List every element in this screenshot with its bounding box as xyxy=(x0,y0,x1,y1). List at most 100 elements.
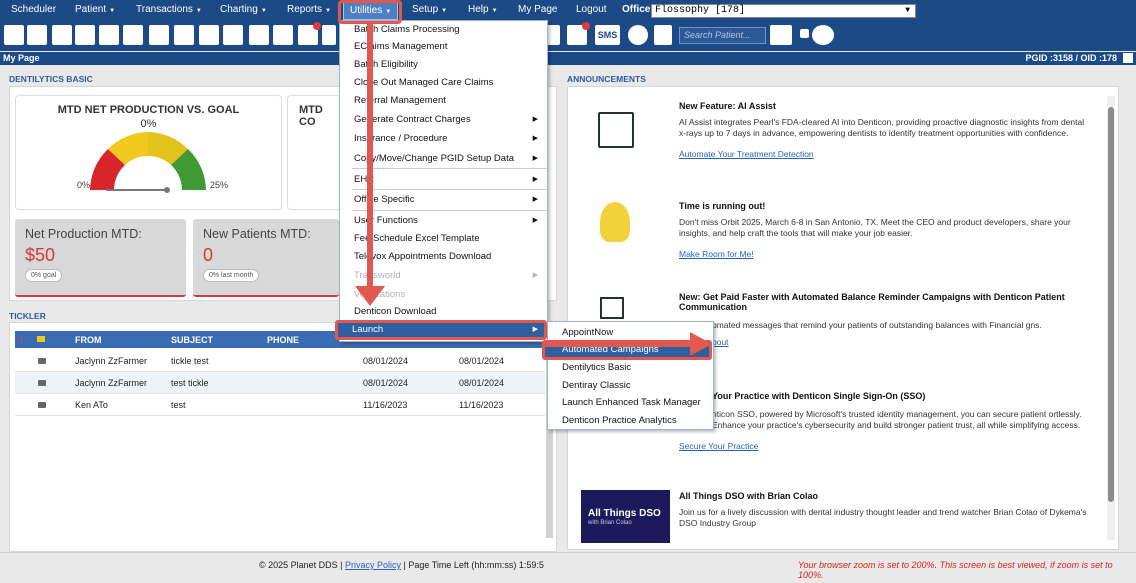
double-chevron-icon[interactable] xyxy=(654,25,672,45)
dollar-icon[interactable] xyxy=(52,25,72,45)
sms-icon[interactable]: SMS xyxy=(595,25,620,45)
shield-icon[interactable] xyxy=(628,25,648,45)
icon-toolbar: SMS xyxy=(0,20,1136,51)
submenu-arrow-icon: ▶ xyxy=(532,116,538,123)
user-search-icon[interactable] xyxy=(812,25,834,45)
patient-search-icon[interactable] xyxy=(770,25,792,45)
page-title: My Page xyxy=(3,53,40,63)
submenu-appointnow[interactable]: AppointNow xyxy=(562,324,613,341)
nav-transactions[interactable]: Transactions ▼ xyxy=(136,0,202,20)
table-row[interactable]: Jaclynn ZzFarmer tickle test 08/01/2024 … xyxy=(15,350,545,372)
col-subject[interactable]: SUBJECT xyxy=(171,335,213,345)
submenu-task-manager[interactable]: Launch Enhanced Task Manager xyxy=(562,394,701,411)
announcement-link[interactable]: bout xyxy=(712,337,1082,347)
print-icon[interactable] xyxy=(1123,53,1133,63)
gauge-min: 0% xyxy=(77,180,91,190)
zoom-warning: Your browser zoom is set to 200%. This s… xyxy=(798,560,1113,580)
privacy-policy-link[interactable]: Privacy Policy xyxy=(345,560,401,570)
scroll-thumb[interactable] xyxy=(1108,107,1114,502)
menu-referral[interactable]: Referral Management xyxy=(354,92,544,110)
submenu-practice-analytics[interactable]: Denticon Practice Analytics xyxy=(562,412,677,429)
nav-patient[interactable]: Patient ▼ xyxy=(75,0,115,20)
gauge-card-production: MTD NET PRODUCTION VS. GOAL 0% 0% 25% xyxy=(15,95,282,210)
menu-user-functions[interactable]: User Functions ▶ xyxy=(354,212,544,230)
rx-icon[interactable] xyxy=(223,25,243,45)
gauge-max: 25% xyxy=(210,180,229,190)
tickler-title: TICKLER xyxy=(9,311,46,321)
announcement-title: Your Practice with Denticon Single Sign-… xyxy=(712,391,926,401)
square-icon[interactable] xyxy=(800,29,809,38)
menu-label: Batch Eligibility xyxy=(354,59,418,70)
announcement-link[interactable]: Make Room for Me! xyxy=(679,249,1089,259)
menu-close-out-claims[interactable]: Close Out Managed Care Claims xyxy=(354,74,544,92)
add-user-icon[interactable] xyxy=(199,25,219,45)
document-icon[interactable] xyxy=(249,25,269,45)
submenu-dentiray[interactable]: Dentiray Classic xyxy=(562,377,631,394)
menu-launch[interactable]: Launch ▶ xyxy=(335,320,547,340)
menu-copy-move-pgid[interactable]: Copy/Move/Change PGID Setup Data ▶ xyxy=(354,150,544,168)
announcement-item: All Things DSO with Brian Colao Join us … xyxy=(679,491,1089,529)
alert-badge xyxy=(313,22,321,30)
calendar-icon[interactable] xyxy=(27,25,47,45)
menu-eclaims[interactable]: EClaims Management xyxy=(354,38,544,56)
submenu-label: Dentiray Classic xyxy=(562,380,631,391)
nav-label: Reports xyxy=(287,4,323,15)
office-select[interactable]: Flossophy [178] ▼ xyxy=(651,4,916,18)
nav-my-page[interactable]: My Page xyxy=(518,0,557,20)
announcement-body: Don't miss Orbit 2025, March 6-8 in San … xyxy=(679,217,1071,238)
kpi-label: Net Production MTD: xyxy=(25,227,142,241)
nav-reports[interactable]: Reports ▼ xyxy=(287,0,331,20)
menu-fee-schedule[interactable]: Fee Schedule Excel Template xyxy=(354,230,544,248)
nav-help[interactable]: Help ▼ xyxy=(468,0,498,20)
tooth-icon[interactable] xyxy=(123,25,143,45)
nav-scheduler[interactable]: Scheduler xyxy=(11,0,56,20)
submenu-label: Launch Enhanced Task Manager xyxy=(562,397,701,408)
alert-badge xyxy=(582,22,590,30)
announcement-item: Time is running out! Don't miss Orbit 20… xyxy=(679,201,1089,259)
menu-label: Televox Appointments Download xyxy=(354,251,492,262)
menu-contract-charges[interactable]: Generate Contract Charges ▶ xyxy=(354,111,544,129)
nav-setup[interactable]: Setup ▼ xyxy=(412,0,447,20)
menu-label: Office Specific xyxy=(354,194,415,205)
launch-submenu: AppointNow Dentilytics Basic Dentiray Cl… xyxy=(547,321,714,430)
search-placeholder: Search Patient... xyxy=(684,30,751,40)
patient-search-input[interactable]: Search Patient... xyxy=(679,27,766,44)
menu-ehr[interactable]: EHR ▶ xyxy=(354,171,544,189)
tooth-chart-icon[interactable] xyxy=(75,25,95,45)
printer-icon[interactable] xyxy=(273,25,293,45)
clipboard-icon[interactable] xyxy=(99,25,119,45)
kpi-pill: 0% goal xyxy=(25,269,63,282)
menu-insurance-procedure[interactable]: Insurance / Procedure ▶ xyxy=(354,130,544,148)
table-row[interactable]: Ken ATo test 11/16/2023 11/16/2023 xyxy=(15,394,545,416)
utilities-highlight xyxy=(338,0,402,24)
footer-copyright: © 2025 Planet DDS | Privacy Policy | Pag… xyxy=(259,560,544,570)
settings-icon[interactable] xyxy=(322,25,336,45)
submenu-arrow-icon: ▶ xyxy=(532,217,538,224)
caret-icon: ▼ xyxy=(195,8,202,14)
col-from[interactable]: FROM xyxy=(75,335,102,345)
menu-transworld: Transworld ▶ xyxy=(354,267,544,285)
announcements-scrollbar[interactable] xyxy=(1107,96,1115,540)
announcement-link[interactable]: Automate Your Treatment Detection xyxy=(679,149,1089,159)
menu-office-specific[interactable]: Office Specific ▶ xyxy=(354,191,544,209)
nav-charting[interactable]: Charting ▼ xyxy=(220,0,267,20)
phone-icon[interactable] xyxy=(547,25,560,45)
office-label-text: Office xyxy=(622,4,651,15)
dentilytics-title: DENTILYTICS BASIC xyxy=(9,74,93,84)
announcement-link[interactable]: Secure Your Practice xyxy=(679,441,1089,451)
check-list-icon[interactable] xyxy=(567,22,590,45)
menu-televox[interactable]: Televox Appointments Download xyxy=(354,248,544,266)
kpi-new-patients: New Patients MTD: 0 0% last month xyxy=(193,219,339,297)
home-icon[interactable] xyxy=(4,25,24,45)
submenu-dentilytics-basic[interactable]: Dentilytics Basic xyxy=(562,359,631,376)
cell-date: 08/01/2024 xyxy=(363,378,409,388)
col-phone[interactable]: PHONE xyxy=(267,335,299,345)
pn-icon[interactable] xyxy=(149,25,169,45)
nav-logout[interactable]: Logout xyxy=(576,0,607,20)
menu-batch-eligibility[interactable]: Batch Eligibility xyxy=(354,56,544,74)
dso-image-title: All Things DSO xyxy=(588,508,661,519)
tx-icon[interactable] xyxy=(174,25,194,45)
table-row[interactable]: Jaclynn ZzFarmer test tickle 08/01/2024 … xyxy=(15,372,545,394)
menu-label: Copy/Move/Change PGID Setup Data xyxy=(354,153,515,164)
notification-icon[interactable] xyxy=(298,22,321,45)
